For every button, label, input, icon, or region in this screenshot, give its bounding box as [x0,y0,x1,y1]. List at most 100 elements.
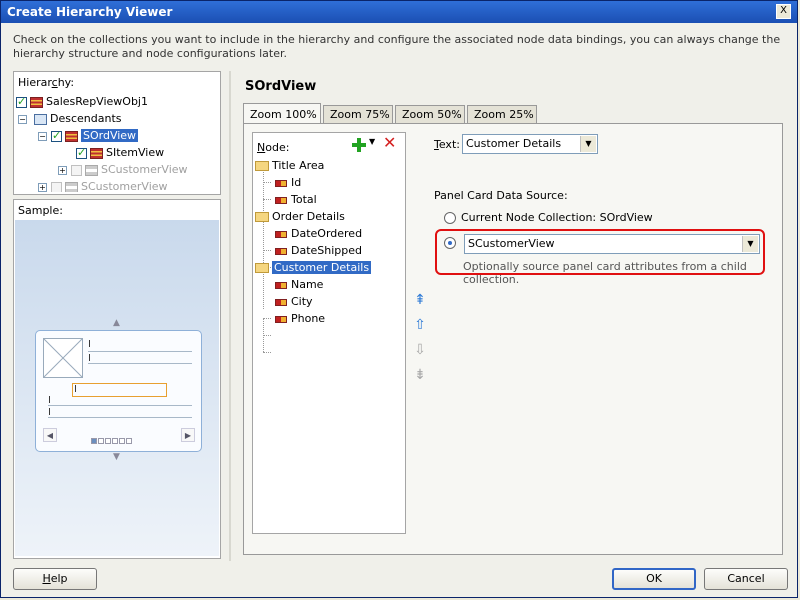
node-attr-total[interactable]: Total [275,191,317,208]
collection-icon [90,147,103,159]
sample-panel: Sample: ▲ I I I I I ◀ ▶ ▼ [13,199,221,559]
checkbox[interactable] [51,128,62,144]
node-title: SOrdView [245,79,317,94]
attribute-icon [275,179,287,187]
text-label: Text: [434,138,460,151]
panel-card-data-source-label: Panel Card Data Source: [434,189,568,202]
attribute-icon [275,247,287,255]
tree-node-scustomerview[interactable]: + SCustomerView [38,179,168,192]
checkbox[interactable] [16,94,27,110]
radio-current-node-collection[interactable]: Current Node Collection: SOrdView [444,211,653,224]
node-attr-dateshipped[interactable]: DateShipped [275,242,362,259]
checkbox[interactable] [51,181,62,192]
collection-icon [65,130,78,142]
tree-node-sitemview[interactable]: SItemView [76,145,164,161]
child-collection-select[interactable]: SCustomerView ▼ [464,234,760,254]
collapse-icon[interactable]: − [38,131,47,141]
previous-icon: ◀ [43,428,57,442]
tree-node-scustomerview-child[interactable]: + SCustomerView [58,162,188,178]
close-button[interactable]: X [776,4,791,19]
next-icon: ▶ [181,428,195,442]
tree-line [263,182,271,183]
tree-line [263,199,271,200]
move-up-icon[interactable]: ⇧ [412,317,428,333]
chevron-down-icon[interactable]: ▼ [742,236,758,252]
chevron-down-icon[interactable]: ▼ [580,136,596,152]
collection-icon [30,96,43,108]
dialog-title: Create Hierarchy Viewer [7,5,173,19]
node-group-title-area[interactable]: Title Area [255,157,324,174]
attribute-icon [275,281,287,289]
sample-preview: ▲ I I I I I ◀ ▶ ▼ [15,220,219,556]
child-collection-hint: Optionally source panel card attributes … [463,260,747,286]
expand-down-icon: ▼ [113,452,120,462]
tree-line [263,352,271,353]
move-to-bottom-icon: ⇟ [414,367,426,383]
folder-icon [255,212,269,222]
text-cursor-icon: I [74,384,77,395]
move-to-top-icon[interactable]: ⇞ [412,292,428,308]
help-button[interactable]: Help [13,568,97,590]
folder-icon [255,263,269,273]
ok-button[interactable]: OK [612,568,696,590]
expand-up-icon: ▲ [113,318,120,328]
text-cursor-icon: I [88,339,91,350]
page-indicator [91,434,133,447]
tree-line [263,318,271,319]
add-icon[interactable] [351,137,367,153]
cancel-button[interactable]: Cancel [704,568,788,590]
tree-line [263,318,264,352]
node-attr-id[interactable]: Id [275,174,301,191]
tree-line [263,250,271,251]
folder-icon [255,161,269,171]
image-placeholder-icon [43,338,83,378]
radio-button[interactable] [444,237,456,249]
tree-node-salesrepviewobj1[interactable]: SalesRepViewObj1 [16,94,148,110]
node-attr-phone[interactable]: Phone [275,310,325,327]
descendants-icon [34,113,47,125]
delete-icon[interactable]: ✕ [383,135,396,151]
sample-label: Sample: [18,204,63,217]
field-line [88,363,192,364]
attribute-icon [275,230,287,238]
hierarchy-tree-panel: Hierarchy: SalesRepViewObj1 −Descendants… [13,71,221,195]
tree-node-descendants[interactable]: − Descendants [18,111,122,127]
node-attr-name[interactable]: Name [275,276,323,293]
splitter[interactable] [229,71,231,561]
hierarchy-label: Hierarchy: [18,76,75,89]
node-config-panel: SOrdView Zoom 100% Zoom 75% Zoom 50% Zoo… [233,71,789,559]
collapse-icon[interactable]: − [18,114,27,124]
focused-field [72,383,167,397]
radio-child-collection[interactable] [444,236,461,249]
hierarchy-tree: SalesRepViewObj1 −Descendants −SOrdView … [16,94,216,192]
node-group-customer-details[interactable]: Customer Details [255,259,372,276]
expand-icon[interactable]: + [38,182,47,192]
tab-zoom-50[interactable]: Zoom 50% [395,105,465,123]
node-attr-dateordered[interactable]: DateOrdered [275,225,362,242]
chevron-down-icon[interactable]: ▼ [369,137,375,146]
tab-zoom-25[interactable]: Zoom 25% [467,105,537,123]
create-hierarchy-viewer-dialog: Create Hierarchy Viewer X Check on the c… [0,0,798,598]
field-line [48,417,192,418]
node-attr-city[interactable]: City [275,293,313,310]
title-bar: Create Hierarchy Viewer X [1,1,797,23]
expand-icon[interactable]: + [58,165,67,175]
radio-button[interactable] [444,212,456,224]
attribute-icon [275,315,287,323]
node-list-panel: Node: ▼ ✕ Title Area Id Total Order Deta… [252,132,406,534]
instructions-text: Check on the collections you want to inc… [13,33,781,60]
tab-zoom-75[interactable]: Zoom 75% [323,105,393,123]
tab-zoom-100[interactable]: Zoom 100% [243,103,321,124]
field-line [88,351,192,352]
tree-node-sordview[interactable]: −SOrdView [38,128,139,144]
checkbox[interactable] [76,145,87,161]
tree-line [263,335,271,336]
sample-card: I I I I I ◀ ▶ [35,330,202,452]
tab-content: Node: ▼ ✕ Title Area Id Total Order Deta… [243,123,783,555]
text-select[interactable]: Customer Details ▼ [462,134,598,154]
checkbox[interactable] [71,164,82,176]
collection-icon [85,164,98,176]
collection-icon [65,181,78,192]
node-group-order-details[interactable]: Order Details [255,208,345,225]
attribute-icon [275,298,287,306]
